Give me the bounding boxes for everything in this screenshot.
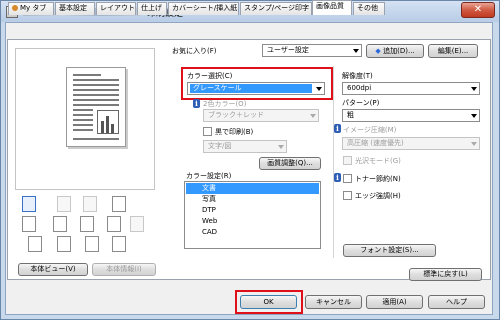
- list-item[interactable]: 写真: [186, 194, 319, 205]
- chevron-down-icon: [310, 114, 316, 118]
- cancel-button[interactable]: キャンセル: [305, 295, 362, 309]
- copy-icon: [85, 236, 99, 252]
- tab-finishing[interactable]: 仕上げ: [137, 2, 167, 15]
- preview-page: [66, 67, 126, 147]
- highlight-ok-button: [235, 290, 303, 314]
- stamp-icon: [57, 236, 71, 252]
- watermark-icon: [130, 216, 144, 232]
- chevron-down-icon: [471, 114, 477, 118]
- quality-adjust-button[interactable]: 画質調整(Q)...: [259, 157, 321, 170]
- favorites-select[interactable]: ユーザー設定: [262, 44, 362, 57]
- chevron-down-icon: [278, 145, 284, 149]
- device-info-button[interactable]: 本体情報(I): [92, 263, 156, 276]
- print-preview: [15, 48, 155, 190]
- tone-value: ブラック＋レッド: [208, 111, 264, 119]
- list-item[interactable]: DTP: [186, 205, 319, 216]
- folder-icon: [107, 216, 121, 232]
- edge-emphasis-label: エッジ強調(H): [355, 192, 401, 200]
- apply-button[interactable]: 適用(A): [366, 295, 423, 309]
- glossy-mode-checkbox[interactable]: [343, 156, 352, 165]
- toner-save-checkbox[interactable]: [343, 174, 352, 183]
- tab-label: My タブ: [20, 4, 47, 12]
- booklet-icon: [53, 216, 67, 232]
- chevron-down-icon: [471, 87, 477, 91]
- pattern-value: 粗: [347, 111, 354, 119]
- edge-emphasis-checkbox[interactable]: [343, 191, 352, 200]
- image-compression-label: イメージ圧縮(M): [343, 126, 397, 134]
- add-icon: ◆: [375, 47, 384, 55]
- list-item[interactable]: CAD: [186, 227, 319, 238]
- list-item[interactable]: Web: [186, 216, 319, 227]
- tone-label: 2色カラー(O): [203, 100, 247, 108]
- device-view-button[interactable]: 本体ビュー(V): [18, 263, 88, 276]
- add-favorite-button[interactable]: ◆ 追加(D)...: [366, 44, 424, 58]
- resolution-select[interactable]: 600dpi: [342, 82, 480, 95]
- info-icon: i: [334, 173, 341, 182]
- add-label: 追加(D)...: [383, 47, 415, 55]
- staple-icon: [57, 196, 71, 212]
- cover-icon: [22, 216, 36, 232]
- tab-cover-sheet[interactable]: カバーシート/挿入紙: [168, 2, 239, 15]
- pattern-select[interactable]: 粗: [342, 109, 480, 122]
- font-settings-button[interactable]: フォント設定(S)...: [343, 244, 436, 257]
- highlight-color-select: [181, 67, 333, 100]
- tab-basic[interactable]: 基本設定: [55, 2, 95, 15]
- image-compression-select[interactable]: 高圧縮 (速度優先): [342, 137, 480, 150]
- help-button[interactable]: ヘルプ: [428, 295, 485, 309]
- black-print-value: 文字/図: [208, 142, 232, 150]
- resolution-label: 解像度(T): [342, 72, 373, 80]
- my-tab-icon: [12, 5, 18, 11]
- tab-stamp[interactable]: スタンプ/ページ印字: [240, 2, 312, 15]
- favorites-value: ユーザー設定: [267, 46, 309, 54]
- color-settings-list[interactable]: 文書 写真 DTP Web CAD: [184, 181, 321, 249]
- black-print-label: 黒で印刷(B): [215, 128, 254, 136]
- overlay-icon: [112, 236, 126, 252]
- restore-defaults-button[interactable]: 標準に戻す(L): [409, 268, 482, 281]
- favorites-label: お気に入り(F): [172, 47, 217, 55]
- toner-save-label: トナー節約(N): [355, 175, 401, 183]
- tab-other[interactable]: その他: [353, 2, 385, 15]
- image-compression-value: 高圧縮 (速度優先): [347, 139, 404, 147]
- tab-image-quality[interactable]: 画像品質: [312, 0, 352, 15]
- black-print-checkbox[interactable]: [203, 127, 212, 136]
- text-a-icon: [80, 216, 94, 232]
- chevron-down-icon: [353, 49, 359, 53]
- info-icon: i: [193, 99, 200, 108]
- edit-favorite-button[interactable]: 編集(E)...: [428, 44, 478, 58]
- tone-select[interactable]: ブラック＋レッド: [203, 109, 319, 122]
- resolution-value: 600dpi: [347, 84, 372, 92]
- glossy-mode-label: 光沢モード(G): [355, 157, 401, 165]
- document-icon: [28, 236, 42, 252]
- tab-my-tab[interactable]: My タブ: [8, 2, 54, 15]
- close-button[interactable]: ✕: [461, 2, 495, 18]
- chevron-down-icon: [471, 142, 477, 146]
- divider: [333, 66, 334, 258]
- punch-icon: [112, 196, 126, 212]
- info-icon: i: [334, 124, 341, 133]
- black-print-select[interactable]: 文字/図: [203, 140, 287, 153]
- color-settings-label: カラー設定(R): [186, 172, 232, 180]
- list-item[interactable]: 文書: [186, 183, 319, 194]
- layout-icon: [22, 196, 36, 212]
- pattern-label: パターン(P): [342, 99, 380, 107]
- tab-layout[interactable]: レイアウト: [96, 2, 136, 15]
- chart-thumbnail-icon: [97, 110, 119, 134]
- duplex-icon: [83, 196, 97, 212]
